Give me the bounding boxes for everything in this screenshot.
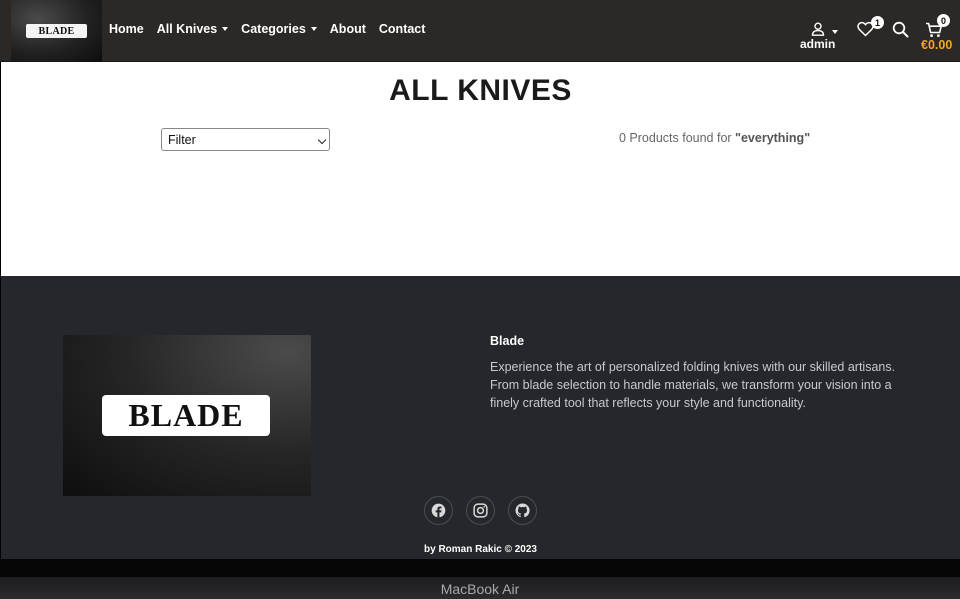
brand-logo[interactable]: BLADE xyxy=(11,0,102,62)
main-content: ALL KNIVES Filter 0 Products found for "… xyxy=(1,62,960,276)
nav-all-knives-label: All Knives xyxy=(156,22,218,36)
search-icon xyxy=(892,21,909,38)
nav-categories-label: Categories xyxy=(241,22,306,36)
nav-contact-label: Contact xyxy=(378,22,426,36)
wishlist-button[interactable]: 1 xyxy=(857,16,884,41)
footer-logo: BLADE xyxy=(63,335,311,496)
cart-count-badge: 0 xyxy=(937,14,950,27)
brand-logo-text: BLADE xyxy=(26,24,87,38)
instagram-icon xyxy=(473,503,488,518)
footer: BLADE Blade Experience the art of person… xyxy=(1,276,960,559)
results-count-text: 0 Products found for xyxy=(619,131,736,145)
github-link[interactable] xyxy=(508,496,537,525)
instagram-link[interactable] xyxy=(466,496,495,525)
footer-logo-text: BLADE xyxy=(102,395,270,436)
wishlist-count-badge: 1 xyxy=(871,16,884,29)
chevron-down-icon xyxy=(317,135,327,145)
results-count: 0 Products found for "everything" xyxy=(619,131,810,145)
user-name: admin xyxy=(800,37,836,51)
nav-all-knives[interactable]: All Knives xyxy=(156,22,229,36)
nav-categories[interactable]: Categories xyxy=(241,22,317,36)
navbar: BLADE Home All Knives Categories About C… xyxy=(0,0,960,62)
nav-home-label: Home xyxy=(109,22,144,36)
caret-down-icon xyxy=(310,27,317,31)
github-icon xyxy=(515,503,530,518)
filter-select[interactable]: Filter xyxy=(161,128,330,151)
facebook-link[interactable] xyxy=(424,496,453,525)
user-icon xyxy=(811,22,825,36)
search-button[interactable] xyxy=(892,21,910,39)
page-title: ALL KNIVES xyxy=(389,74,572,107)
nav-about[interactable]: About xyxy=(330,22,366,36)
caret-down-icon xyxy=(832,30,838,34)
filter-selected-value: Filter xyxy=(168,132,196,147)
device-label: MacBook Air xyxy=(440,581,520,597)
cart-total: €0.00 xyxy=(921,38,953,52)
nav-contact[interactable]: Contact xyxy=(379,22,426,36)
device-bezel: MacBook Air xyxy=(0,559,960,599)
caret-down-icon xyxy=(222,27,229,31)
footer-description: Experience the art of personalized foldi… xyxy=(490,360,896,410)
nav-about-label: About xyxy=(329,22,366,36)
results-query: "everything" xyxy=(735,131,811,145)
nav-links: Home All Knives Categories About Contact xyxy=(109,22,438,36)
facebook-icon xyxy=(431,503,446,518)
copyright: by Roman Rakic © 2023 xyxy=(424,544,537,555)
nav-home[interactable]: Home xyxy=(109,22,144,36)
footer-title: Blade xyxy=(490,334,525,348)
user-menu[interactable]: admin xyxy=(798,22,840,52)
